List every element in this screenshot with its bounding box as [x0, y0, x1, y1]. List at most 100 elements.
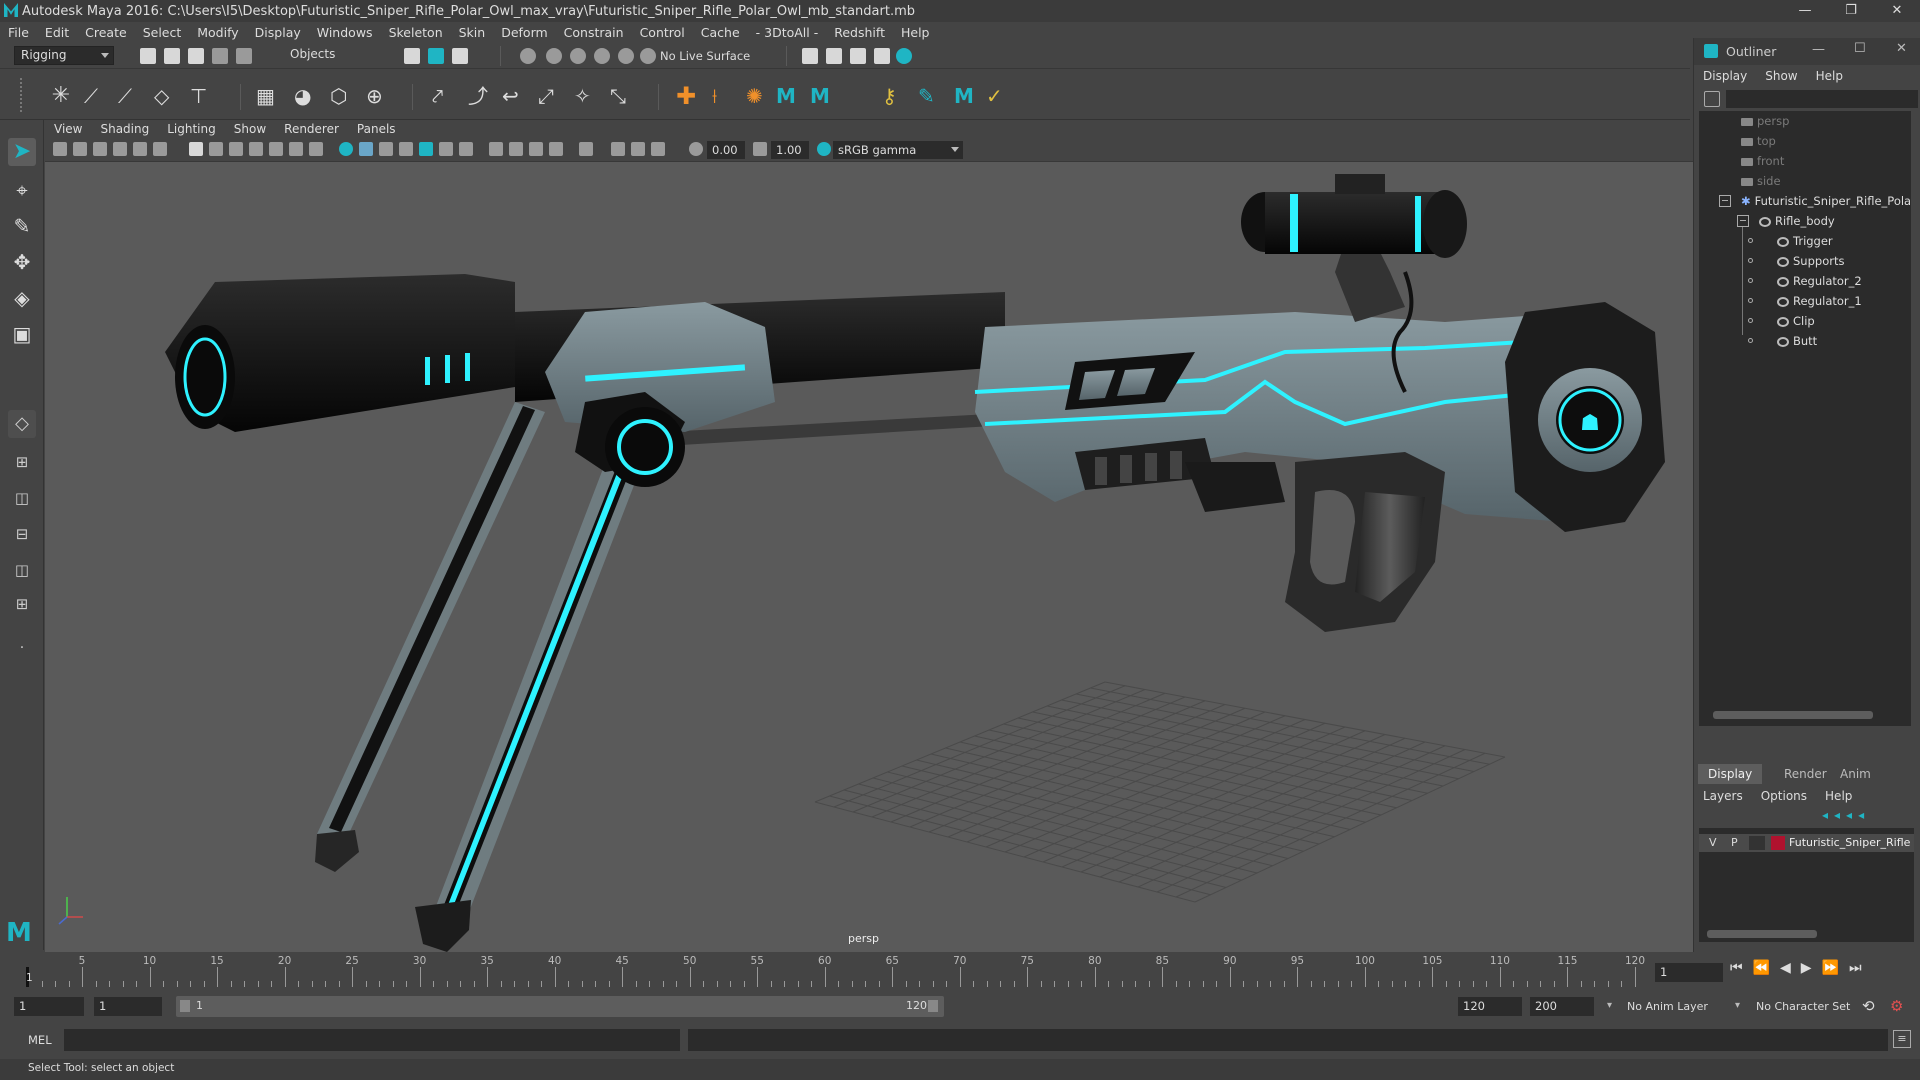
menu-set-dropdown[interactable]: Rigging: [14, 46, 114, 65]
film-gate-icon[interactable]: [209, 142, 223, 156]
safe-action-icon[interactable]: [289, 142, 303, 156]
scene-3d[interactable]: ☗: [45, 162, 1693, 952]
menu-deform[interactable]: Deform: [493, 25, 555, 40]
wireframe-icon[interactable]: [339, 142, 353, 156]
script-editor-icon[interactable]: ≡: [1893, 1030, 1911, 1048]
snap-icon[interactable]: [640, 48, 656, 64]
motion-blur-icon[interactable]: [509, 142, 523, 156]
orient-constraint-icon[interactable]: ↩: [502, 83, 528, 109]
paint-select-icon[interactable]: ✎: [8, 212, 36, 240]
animation-start-field[interactable]: 1: [14, 997, 84, 1016]
menu-3dtoall[interactable]: - 3DtoAll -: [748, 25, 827, 40]
snap-view-plane-icon[interactable]: [594, 48, 610, 64]
menu-control[interactable]: Control: [632, 25, 693, 40]
cluster-handle-icon[interactable]: ✺: [746, 83, 772, 109]
outliner-item-regulator-2[interactable]: Regulator_2: [1777, 271, 1862, 291]
layer-actions-icons[interactable]: ◂◂◂◂: [1822, 808, 1918, 826]
wireframe-on-shaded-icon[interactable]: [379, 142, 393, 156]
menu-select[interactable]: Select: [135, 25, 190, 40]
outliner-close-icon[interactable]: ✕: [1896, 41, 1907, 56]
undo-icon[interactable]: [212, 48, 228, 64]
redo-icon[interactable]: [236, 48, 252, 64]
hypershade-icon[interactable]: [896, 48, 912, 64]
select-object-icon[interactable]: [428, 48, 444, 64]
depth-of-field-icon[interactable]: [549, 142, 563, 156]
color-space-dropdown[interactable]: sRGB gamma: [833, 141, 963, 159]
selection-mode-dropdown[interactable]: Objects: [284, 46, 376, 65]
lasso-tool-icon[interactable]: ⌖: [8, 176, 36, 204]
single-view-icon[interactable]: ◇: [8, 410, 36, 438]
collapse-rifle-body-icon[interactable]: [1737, 215, 1749, 227]
image-plane-icon[interactable]: [113, 142, 127, 156]
outliner-tree[interactable]: persp top front side ✱ Futuristic_Sniper_…: [1699, 111, 1911, 726]
panel-menu-renderer[interactable]: Renderer: [275, 122, 348, 136]
range-slider[interactable]: 1 120: [176, 996, 944, 1017]
outliner-item-front[interactable]: front: [1741, 151, 1784, 171]
outliner-v-scrollbar[interactable]: [1911, 118, 1919, 728]
smooth-shade-icon[interactable]: [359, 142, 373, 156]
exposure-field[interactable]: 0.00: [707, 141, 745, 159]
menu-windows[interactable]: Windows: [309, 25, 381, 40]
outliner-search-input[interactable]: [1726, 90, 1918, 108]
tab-render-layers[interactable]: Render: [1774, 764, 1837, 784]
save-scene-icon[interactable]: [188, 48, 204, 64]
joint-orient-icon[interactable]: ⟊: [712, 83, 738, 109]
layer-menu-help[interactable]: Help: [1816, 789, 1861, 803]
check-icon[interactable]: ✓: [986, 83, 1012, 109]
render-view-icon[interactable]: [802, 48, 818, 64]
grease-pencil-icon[interactable]: [153, 142, 167, 156]
brush-icon[interactable]: ✎: [918, 83, 944, 109]
outliner-item-rifle-body[interactable]: Rifle_body: [1759, 211, 1835, 231]
ik-spline-icon[interactable]: ⟋: [118, 83, 144, 109]
outliner-menu-help[interactable]: Help: [1807, 69, 1852, 83]
outliner-item-clip[interactable]: Clip: [1777, 311, 1815, 331]
outliner-item-trigger[interactable]: Trigger: [1777, 231, 1833, 251]
panel-menu-panels[interactable]: Panels: [348, 122, 405, 136]
auto-key-icon[interactable]: ⟲: [1862, 997, 1875, 1015]
layer-menu-layers[interactable]: Layers: [1694, 789, 1752, 803]
set-key-icon[interactable]: ⚷: [882, 83, 908, 109]
tab-display-layers[interactable]: Display: [1698, 764, 1763, 784]
field-chart-icon[interactable]: [269, 142, 283, 156]
ipr-render-icon[interactable]: [850, 48, 866, 64]
gate-mask-icon[interactable]: [249, 142, 263, 156]
new-scene-icon[interactable]: [140, 48, 156, 64]
outliner-item-top[interactable]: top: [1741, 131, 1776, 151]
point-constraint-icon[interactable]: ⤴: [468, 83, 494, 109]
anti-alias-icon[interactable]: [529, 142, 543, 156]
live-surface-label[interactable]: No Live Surface: [660, 49, 750, 63]
pole-vector-icon[interactable]: ⤡: [610, 83, 636, 109]
menu-edit[interactable]: Edit: [37, 25, 77, 40]
collapse-root-icon[interactable]: [1719, 195, 1731, 207]
time-slider[interactable]: 5 10 15 20 25 30 35 40 45 50 55 60 65 70 75 80 85 90 95 100…: [20, 955, 1695, 988]
minimize-button[interactable]: —: [1782, 0, 1828, 22]
menu-cache[interactable]: Cache: [693, 25, 748, 40]
anim-prefs-icon[interactable]: ⚙: [1890, 997, 1903, 1015]
xray-icon[interactable]: [459, 142, 473, 156]
layer-h-scrollbar[interactable]: [1707, 930, 1817, 938]
current-frame-field[interactable]: 1: [1655, 963, 1723, 982]
filter-icon[interactable]: [1704, 91, 1720, 107]
use-all-lights-icon[interactable]: [419, 142, 433, 156]
outliner-maximize-icon[interactable]: ☐: [1854, 41, 1866, 56]
tab-anim-layers[interactable]: Anim: [1830, 764, 1881, 784]
snap-live-icon[interactable]: [618, 48, 634, 64]
create-joint-icon[interactable]: ✳: [48, 83, 74, 109]
panel-menu-shading[interactable]: Shading: [91, 122, 158, 136]
more-layouts-icon[interactable]: ·: [8, 634, 36, 662]
menu-file[interactable]: File: [0, 25, 37, 40]
select-tool-icon[interactable]: ➤: [8, 138, 36, 166]
snap-curve-icon[interactable]: [546, 48, 562, 64]
panel-menu-view[interactable]: View: [45, 122, 91, 136]
isolate-select-icon[interactable]: [579, 142, 593, 156]
layer-visibility-toggle[interactable]: V: [1709, 836, 1717, 849]
render-current-icon[interactable]: [826, 48, 842, 64]
maya-m-icon-2[interactable]: M: [810, 83, 836, 109]
menu-modify[interactable]: Modify: [189, 25, 246, 40]
outliner-item-regulator-1[interactable]: Regulator_1: [1777, 291, 1862, 311]
range-start-handle[interactable]: [180, 1000, 190, 1012]
outliner-menu-show[interactable]: Show: [1756, 69, 1806, 83]
bind-skin-icon[interactable]: ▦: [256, 83, 282, 109]
ik-handle-icon[interactable]: ⟋: [84, 83, 110, 109]
playback-controls[interactable]: ⏮⏪◀▶⏩⏭: [1730, 960, 1920, 984]
